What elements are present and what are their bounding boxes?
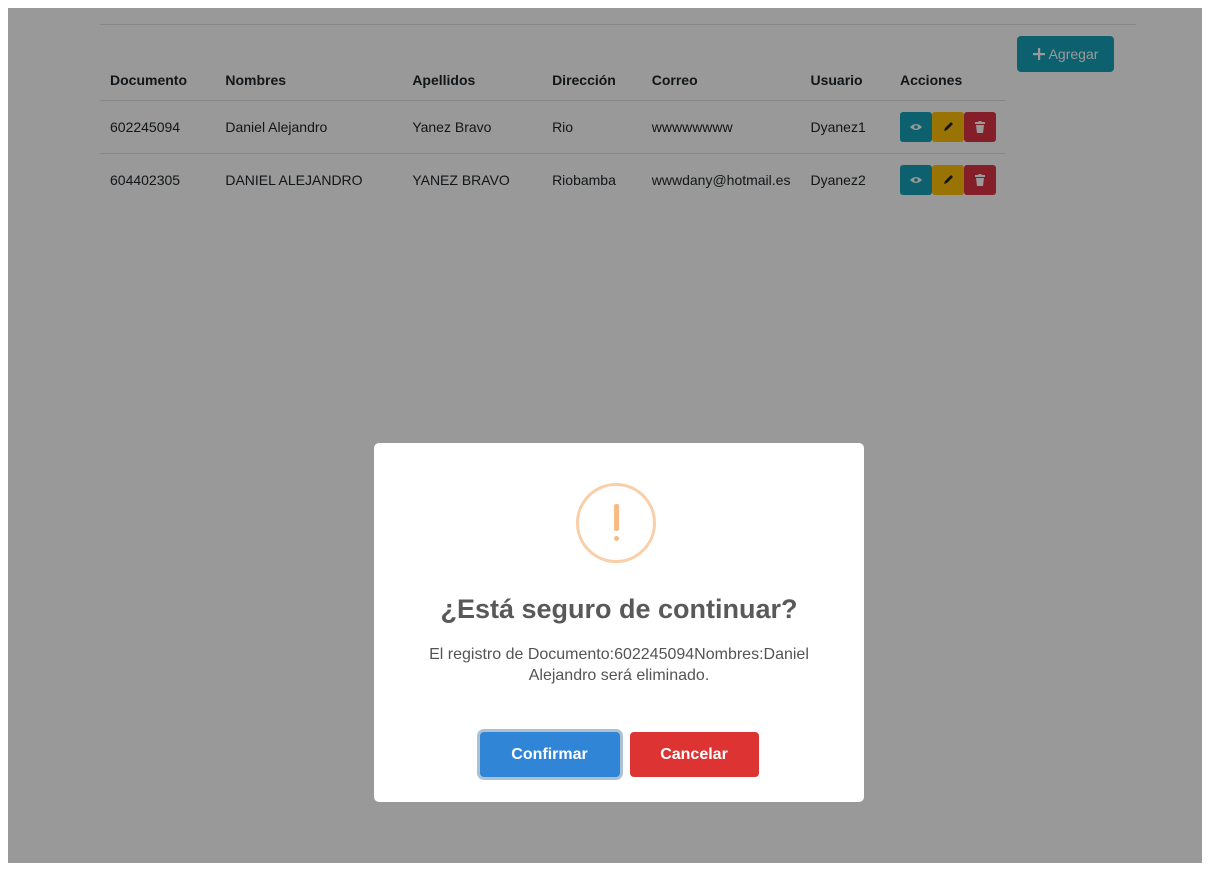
dialog-title: ¿Está seguro de continuar? (440, 594, 798, 624)
dialog-message: El registro de Documento:602245094Nombre… (429, 646, 809, 684)
confirm-dialog: ¿Está seguro de continuar? El registro d… (374, 443, 864, 802)
warning-icon (576, 483, 656, 563)
dialog-actions: Confirmar Cancelar (374, 732, 864, 777)
browser-viewport: Documento Nombres Apellidos Dirección Co… (8, 8, 1202, 863)
confirm-button[interactable]: Confirmar (479, 732, 620, 777)
cancel-button[interactable]: Cancelar (629, 732, 759, 777)
